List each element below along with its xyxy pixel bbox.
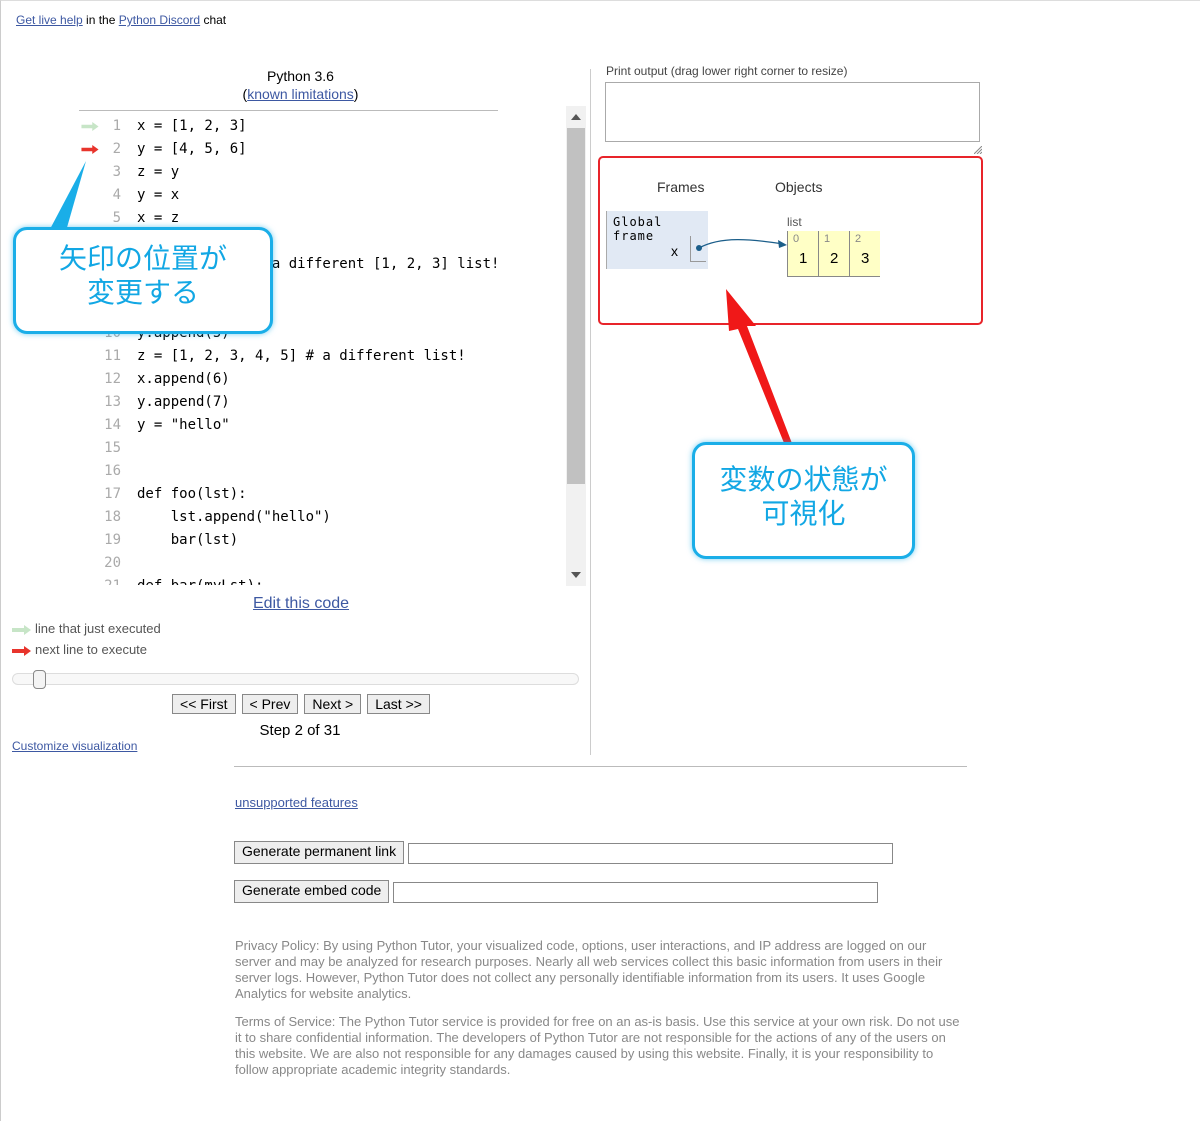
code-line: 21 def bar(myLst): xyxy=(79,575,563,585)
red-arrow-icon xyxy=(12,645,31,656)
line-number: 17 xyxy=(104,486,121,502)
code-text: def foo(lst): xyxy=(137,486,247,502)
known-limitations-link[interactable]: known limitations xyxy=(247,86,354,102)
next-button[interactable]: Next > xyxy=(304,694,362,714)
line-number: 13 xyxy=(104,394,121,410)
variable-state-callout: 変数の状態が 可視化 xyxy=(692,442,915,559)
code-top-rule xyxy=(79,110,498,111)
line-number: 14 xyxy=(104,417,121,433)
code-text: def bar(myLst): xyxy=(137,575,263,585)
code-text: y = x xyxy=(137,187,180,203)
permalink-row: Generate permanent link xyxy=(234,841,894,864)
code-text: lst.append("hello") xyxy=(137,509,331,525)
code-line: 17 def foo(lst): xyxy=(79,483,563,506)
edit-code-link[interactable]: Edit this code xyxy=(253,595,349,612)
line-number: 1 xyxy=(112,118,121,134)
line-number: 15 xyxy=(104,440,121,456)
generate-permanent-link-button[interactable]: Generate permanent link xyxy=(234,841,405,864)
code-line: 4y = x xyxy=(79,184,563,207)
column-divider xyxy=(590,69,591,755)
code-text: z = y xyxy=(137,164,180,180)
permalink-input[interactable] xyxy=(408,843,894,864)
code-text: x.append(6) xyxy=(137,371,230,387)
green-arrow-icon xyxy=(12,624,31,635)
scroll-down-icon[interactable] xyxy=(571,572,581,578)
code-text: x = [1, 2, 3] xyxy=(137,118,247,134)
line-number: 19 xyxy=(104,532,121,548)
code-line: 20 xyxy=(79,552,563,575)
callout-line: 可視化 xyxy=(761,498,846,529)
scrollbar-thumb[interactable] xyxy=(567,128,585,484)
line-number: 12 xyxy=(104,371,121,387)
code-line: 3z = y xyxy=(79,161,563,184)
legend-next: next line to execute xyxy=(12,642,147,657)
line-number: 16 xyxy=(104,463,121,479)
legend-next-label: next line to execute xyxy=(35,642,148,657)
code-line: 14 y = "hello" xyxy=(79,414,563,437)
customize-visualization-link[interactable]: Customize visualization xyxy=(12,739,137,753)
code-scrollbar[interactable] xyxy=(566,106,586,586)
code-line: 19 bar(lst) xyxy=(79,529,563,552)
line-number: 20 xyxy=(104,555,121,571)
embed-code-input[interactable] xyxy=(393,882,879,903)
live-help-link[interactable]: Get live help xyxy=(16,13,83,27)
line-number: 21 xyxy=(79,575,121,585)
live-help-text-2: chat xyxy=(200,13,227,27)
code-line: 12 x.append(6) xyxy=(79,368,563,391)
language-label: Python 3.6 xyxy=(267,68,334,84)
code-display: 1 x = [1, 2, 3] 2 y = [4, 5, 6] 3 z = y4y = x… xyxy=(79,115,563,585)
code-line: 18 lst.append("hello") xyxy=(79,506,563,529)
terms-of-service: Terms of Service: The Python Tutor servi… xyxy=(235,1014,960,1077)
print-output-label: Print output (drag lower right corner to… xyxy=(606,64,848,78)
arrow-position-callout: 矢印の位置が 変更する xyxy=(13,227,273,334)
scroll-up-icon[interactable] xyxy=(571,114,581,120)
privacy-policy: Privacy Policy: By using Python Tutor, y… xyxy=(235,938,943,1001)
callout-line: 変数の状態が xyxy=(719,464,888,495)
code-line: 13 y.append(7) xyxy=(79,391,563,414)
generate-embed-code-button[interactable]: Generate embed code xyxy=(234,880,390,903)
code-text: bar(lst) xyxy=(137,532,239,548)
unsupported-features-link[interactable]: unsupported features xyxy=(235,795,358,810)
line-number: 18 xyxy=(104,509,121,525)
live-help-bar: Get live help in the Python Discord chat xyxy=(16,13,226,27)
code-text: y.append(7) xyxy=(137,394,230,410)
step-slider[interactable] xyxy=(12,670,579,689)
legend-executed: line that just executed xyxy=(12,621,161,636)
code-text: y = "hello" xyxy=(137,417,230,433)
nav-buttons: << First < Prev Next > Last >> xyxy=(1,694,601,714)
embed-row: Generate embed code xyxy=(234,880,879,903)
callout-line: 矢印の位置が xyxy=(58,243,227,274)
code-line: 15 xyxy=(79,437,563,460)
resize-handle-icon[interactable] xyxy=(974,146,982,154)
line-number: 11 xyxy=(104,348,121,364)
limitations-line: (known limitations) xyxy=(242,86,359,102)
last-button[interactable]: Last >> xyxy=(367,694,430,714)
footer-rule xyxy=(234,766,967,767)
edit-code-row: Edit this code xyxy=(1,595,601,613)
code-text: y = [4, 5, 6] xyxy=(137,141,247,157)
left-callout-pointer xyxy=(49,161,86,231)
slider-handle[interactable] xyxy=(33,670,47,689)
callout-line: 変更する xyxy=(86,277,199,308)
code-line: 11 z = [1, 2, 3, 4, 5] # a different list… xyxy=(79,345,563,368)
language-header: Python 3.6 (known limitations) xyxy=(79,67,522,103)
code-text: z = [1, 2, 3, 4, 5] # a different list! xyxy=(137,348,466,364)
first-button[interactable]: << First xyxy=(172,694,236,714)
live-help-text: in the xyxy=(82,13,119,27)
print-output-box[interactable] xyxy=(605,82,980,142)
prev-button[interactable]: < Prev xyxy=(241,694,299,714)
step-counter: Step 2 of 31 xyxy=(259,722,341,739)
legend-executed-label: line that just executed xyxy=(35,621,161,636)
code-line: 2y = [4, 5, 6] xyxy=(79,138,563,161)
red-pointer-arrow xyxy=(726,289,793,448)
code-line: 1 x = [1, 2, 3] xyxy=(79,115,563,138)
python-discord-link[interactable]: Python Discord xyxy=(119,13,200,27)
code-line: 16 xyxy=(79,460,563,483)
